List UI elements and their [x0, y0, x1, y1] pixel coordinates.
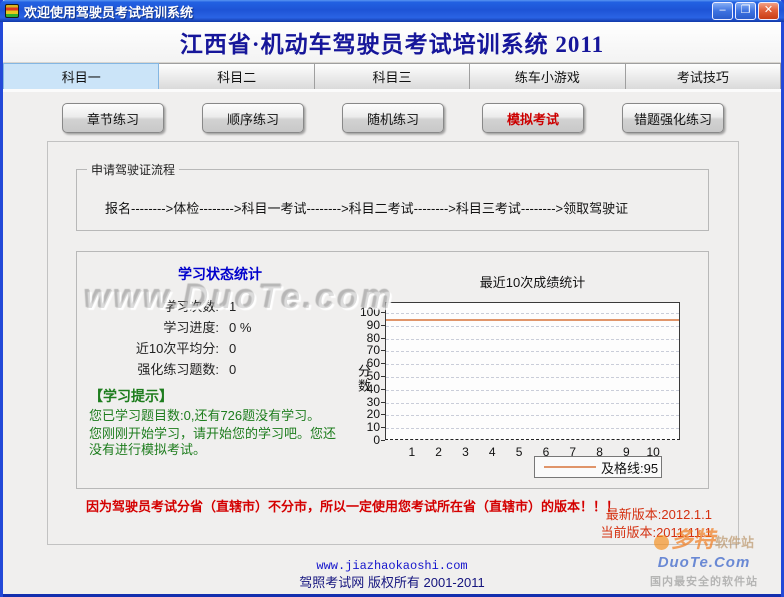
- gridline-80: [386, 339, 679, 340]
- button-模拟考试[interactable]: 模拟考试: [482, 103, 584, 133]
- y-tick-label: 20: [352, 407, 380, 421]
- province-version-warning: 因为驾驶员考试分省（直辖市）不分市，所以一定使用您考试所在省（直辖市）的版本！！…: [86, 496, 619, 515]
- button-随机练习[interactable]: 随机练习: [342, 103, 444, 133]
- practice-button-row: 章节练习 顺序练习 随机练习 模拟考试 错题强化练习: [62, 103, 724, 133]
- gridline-30: [386, 403, 679, 404]
- gridline-50: [386, 377, 679, 378]
- button-顺序练习[interactable]: 顺序练习: [202, 103, 304, 133]
- study-tips-text: 您已学习题目数:0,还有726题没有学习。您刚刚开始学习，请开始您的学习吧。您还…: [89, 408, 351, 458]
- chart-plot-area: [385, 302, 680, 440]
- license-flow-title: 申请驾驶证流程: [87, 161, 179, 178]
- tab-科目二[interactable]: 科目二: [159, 63, 314, 89]
- score-chart: 最近10次成绩统计 分数 010203040506070809010012345…: [352, 272, 692, 484]
- stat-row: 学习进度: 0 %: [89, 317, 351, 338]
- stat-value: 1: [229, 296, 236, 317]
- stat-row: 学习次数: 1: [89, 296, 351, 317]
- page-title: 江西省·机动车驾驶员考试培训系统 2011: [180, 25, 604, 59]
- stat-value: 0 %: [229, 317, 251, 338]
- x-tick-label: 4: [482, 445, 502, 459]
- tab-练车小游戏[interactable]: 练车小游戏: [470, 63, 625, 89]
- gridline-90: [386, 326, 679, 327]
- study-stats-groupbox: 学习状态统计 学习次数: 1 学习进度: 0 % 近10次平均分: 0 强化练习题数: 0 【…: [76, 251, 709, 489]
- x-tick-label: 3: [455, 445, 475, 459]
- traffic-light-icon: [5, 4, 19, 18]
- tab-bar: 科目一科目二科目三练车小游戏考试技巧: [3, 62, 781, 92]
- minimize-button[interactable]: –: [712, 2, 733, 20]
- gridline-10: [386, 428, 679, 429]
- stat-value: 0: [229, 359, 236, 380]
- gridline-70: [386, 351, 679, 352]
- close-button[interactable]: ✕: [758, 2, 779, 20]
- study-tips-title: 【学习提示】: [89, 386, 351, 406]
- study-stats-rows: 学习次数: 1 学习进度: 0 % 近10次平均分: 0 强化练习题数: 0: [89, 296, 351, 380]
- tab-科目三[interactable]: 科目三: [315, 63, 470, 89]
- gridline-40: [386, 390, 679, 391]
- study-stats-column: 学习状态统计 学习次数: 1 学习进度: 0 % 近10次平均分: 0 强化练习题数: 0 【…: [89, 262, 351, 458]
- current-version-label: 当前版本:2011.11.1: [600, 522, 712, 541]
- x-tick-label: 5: [509, 445, 529, 459]
- y-tick-label: 90: [352, 318, 380, 332]
- window-title: 欢迎使用驾驶员考试培训系统: [24, 2, 710, 21]
- gridline-60: [386, 364, 679, 365]
- y-tick-label: 10: [352, 420, 380, 434]
- pass-line: [386, 319, 679, 321]
- y-tick-label: 80: [352, 331, 380, 345]
- stat-row: 近10次平均分: 0: [89, 338, 351, 359]
- stat-value: 0: [229, 338, 236, 359]
- study-tip-line: 您已学习题目数:0,还有726题没有学习。: [89, 408, 341, 424]
- study-stats-title: 学习状态统计: [89, 264, 351, 284]
- chart-legend: 及格线:95: [534, 456, 662, 478]
- button-章节练习[interactable]: 章节练习: [62, 103, 164, 133]
- y-tick-label: 100: [352, 305, 380, 319]
- license-flow-text: 报名-------->体检-------->科目一考试-------->科目二考…: [105, 198, 708, 217]
- header: 江西省·机动车驾驶员考试培训系统 2011: [3, 22, 781, 62]
- x-tick-label: 1: [402, 445, 422, 459]
- gridline-100: [386, 313, 679, 314]
- maximize-button[interactable]: ❐: [735, 2, 756, 20]
- y-tick-label: 70: [352, 343, 380, 357]
- y-tick-label: 30: [352, 395, 380, 409]
- x-tick-label: 2: [429, 445, 449, 459]
- tab-考试技巧[interactable]: 考试技巧: [626, 63, 781, 89]
- main-panel: 申请驾驶证流程 报名-------->体检-------->科目一考试-----…: [47, 141, 739, 545]
- button-错题强化练习[interactable]: 错题强化练习: [622, 103, 724, 133]
- latest-version-label: 最新版本:2012.1.1: [606, 504, 712, 523]
- copyright-text: 驾照考试网 版权所有 2001-2011: [0, 572, 784, 591]
- gridline-20: [386, 415, 679, 416]
- y-tick-label: 0: [352, 433, 380, 447]
- website-link[interactable]: www.jiazhaokaoshi.com: [0, 559, 784, 573]
- stat-label: 强化练习题数:: [89, 359, 219, 380]
- title-bar: 欢迎使用驾驶员考试培训系统 – ❐ ✕: [0, 0, 784, 22]
- app-window: 欢迎使用驾驶员考试培训系统 – ❐ ✕ 江西省·机动车驾驶员考试培训系统 201…: [0, 0, 784, 597]
- stat-label: 学习进度:: [89, 317, 219, 338]
- stat-label: 学习次数:: [89, 296, 219, 317]
- tab-科目一[interactable]: 科目一: [3, 63, 159, 89]
- chart-y-axis-label: 分数: [354, 364, 373, 394]
- license-flow-groupbox: 申请驾驶证流程 报名-------->体检-------->科目一考试-----…: [76, 161, 709, 231]
- study-tip-line: 您刚刚开始学习，请开始您的学习吧。您还没有进行模拟考试。: [89, 426, 341, 458]
- stat-row: 强化练习题数: 0: [89, 359, 351, 380]
- pass-line-legend-swatch: [544, 466, 596, 468]
- stat-label: 近10次平均分:: [89, 338, 219, 359]
- chart-title: 最近10次成绩统计: [385, 272, 680, 291]
- y-tick-mark: [381, 440, 385, 441]
- pass-line-legend-label: 及格线:95: [601, 458, 658, 477]
